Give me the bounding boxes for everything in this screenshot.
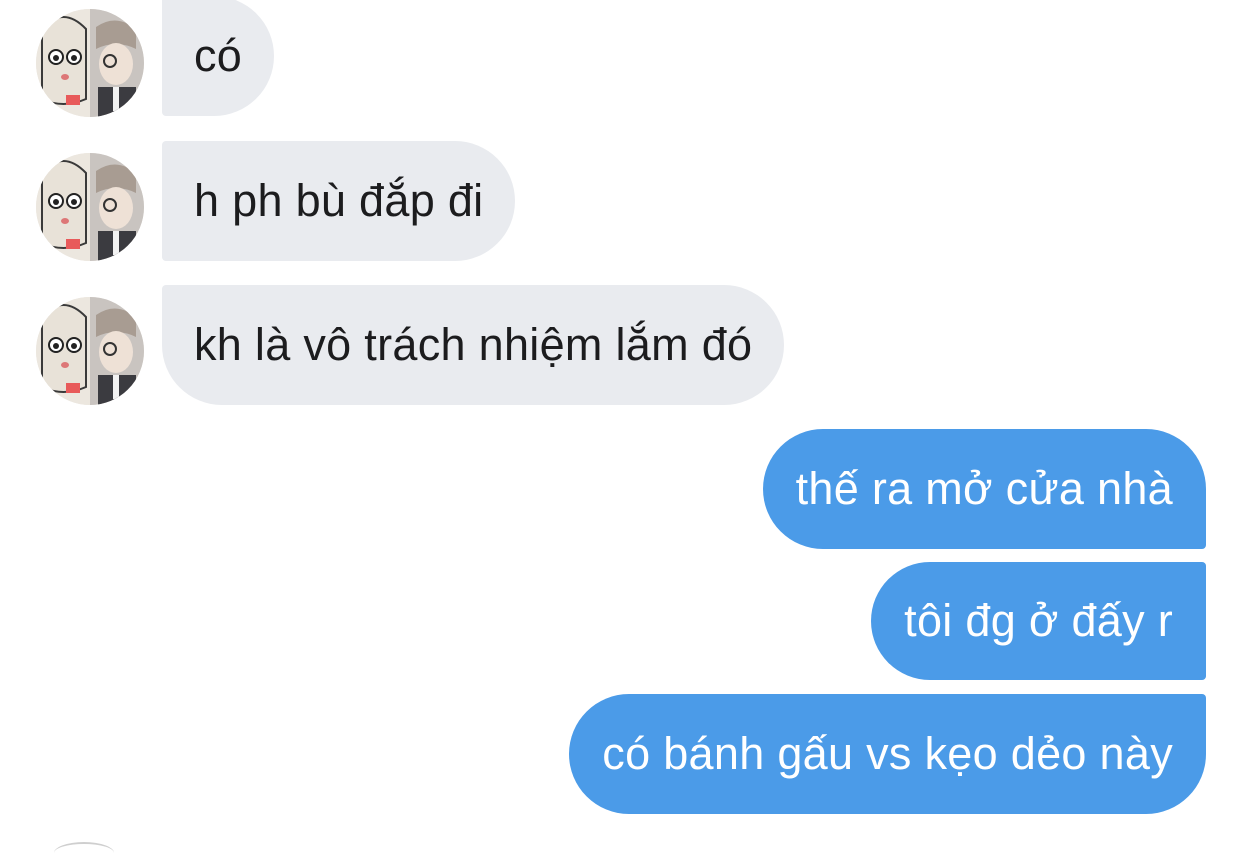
message-thread[interactable]: có h ph bù đắp đi kh là vô trách nhiệm l… bbox=[0, 0, 1242, 850]
incoming-message[interactable]: có bbox=[162, 0, 275, 116]
outgoing-message[interactable]: tôi đg ở đấy r bbox=[871, 562, 1206, 680]
avatar-collage-icon bbox=[36, 153, 144, 261]
sender-avatar[interactable] bbox=[36, 153, 144, 261]
sender-avatar[interactable] bbox=[36, 297, 144, 405]
avatar-collage-icon bbox=[36, 297, 144, 405]
avatar-collage-icon bbox=[36, 9, 144, 117]
message-text: kh là vô trách nhiệm lắm đó bbox=[194, 319, 753, 370]
outgoing-message[interactable]: thế ra mở cửa nhà bbox=[762, 429, 1206, 549]
message-text: có bánh gấu vs kẹo dẻo này bbox=[602, 728, 1173, 779]
message-text: h ph bù đắp đi bbox=[194, 175, 484, 226]
message-text: tôi đg ở đấy r bbox=[904, 595, 1173, 646]
sender-avatar[interactable] bbox=[36, 9, 144, 117]
outgoing-message[interactable]: có bánh gấu vs kẹo dẻo này bbox=[569, 694, 1206, 814]
incoming-message[interactable]: kh là vô trách nhiệm lắm đó bbox=[162, 285, 785, 405]
next-avatar-edge bbox=[54, 842, 114, 864]
message-text: có bbox=[194, 30, 243, 81]
incoming-message[interactable]: h ph bù đắp đi bbox=[162, 141, 516, 261]
message-text: thế ra mở cửa nhà bbox=[795, 463, 1173, 514]
